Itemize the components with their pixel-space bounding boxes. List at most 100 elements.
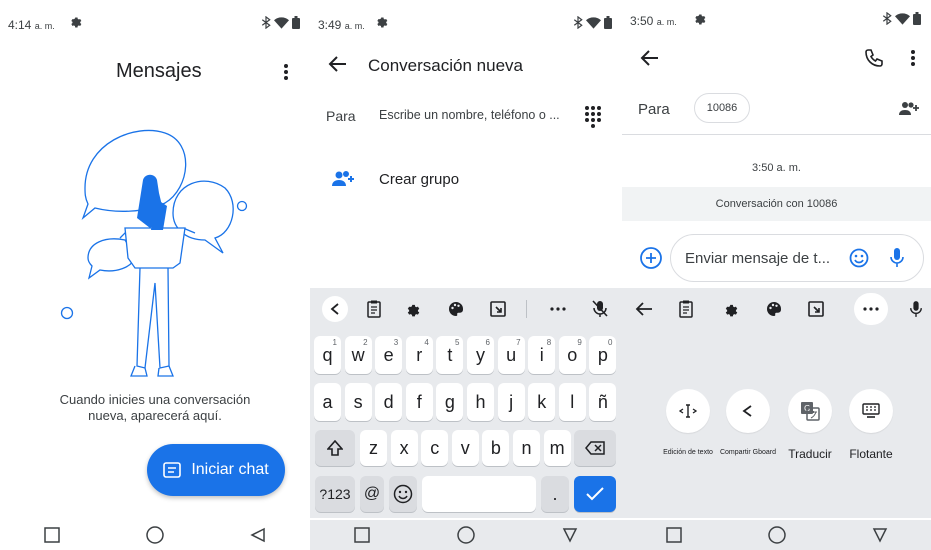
more-options-icon[interactable]: [908, 48, 918, 73]
share-gboard-button[interactable]: [726, 389, 770, 433]
floating-keyboard-icon: [862, 403, 880, 418]
emoji-key[interactable]: [389, 476, 417, 512]
add-attachment-icon[interactable]: [640, 247, 662, 274]
text-editing-button[interactable]: [666, 389, 710, 433]
home-icon[interactable]: [766, 524, 788, 546]
wifi-icon: [274, 16, 289, 29]
period-key[interactable]: .: [541, 476, 569, 512]
key-n[interactable]: n: [513, 430, 540, 466]
group-add-icon[interactable]: [332, 170, 356, 193]
translate-button[interactable]: G: [788, 389, 832, 433]
key-number-hint: 6: [485, 338, 490, 347]
clipboard-icon[interactable]: [674, 298, 698, 320]
key-letter: y: [476, 344, 485, 365]
recents-icon[interactable]: [351, 524, 373, 546]
add-people-icon[interactable]: [899, 101, 921, 122]
floating-mode-icon[interactable]: [804, 298, 828, 320]
floating-mode-icon[interactable]: [486, 298, 510, 320]
floating-keyboard-button[interactable]: [849, 389, 893, 433]
text-editing-label: Edición de texto: [663, 449, 713, 456]
key-x[interactable]: x: [390, 430, 418, 466]
recipient-input[interactable]: Escribe un nombre, teléfono o ...: [379, 108, 560, 122]
clipboard-icon[interactable]: [362, 298, 386, 320]
key-letter: p: [597, 344, 608, 365]
key-c[interactable]: c: [421, 430, 449, 466]
status-icons: [261, 16, 300, 29]
backspace-key[interactable]: [574, 430, 616, 466]
mic-off-icon[interactable]: [588, 298, 612, 320]
key-m[interactable]: m: [543, 430, 571, 466]
key-number-hint: 5: [454, 338, 460, 347]
collapse-toolbar-icon[interactable]: [322, 296, 348, 322]
recents-icon[interactable]: [663, 524, 685, 546]
enter-key[interactable]: [574, 476, 616, 512]
compose-placeholder: Enviar mensaje de t...: [685, 250, 831, 267]
hide-keyboard-icon[interactable]: [559, 524, 581, 546]
more-icon[interactable]: [546, 298, 570, 320]
key-letter: i: [539, 344, 544, 365]
create-group-option[interactable]: Crear grupo: [379, 171, 459, 188]
key-e[interactable]: 3e: [375, 336, 403, 374]
key-q[interactable]: 1q: [314, 336, 341, 374]
key-number-hint: 4: [424, 338, 429, 347]
mic-icon[interactable]: [904, 298, 928, 320]
bluetooth-icon: [261, 16, 271, 29]
key-h[interactable]: h: [467, 383, 494, 421]
back-arrow-icon[interactable]: [328, 54, 348, 79]
conversation-screen: 3:50 a. m. Para 10086 3:50 a. m. Convers…: [622, 0, 931, 550]
symbols-key[interactable]: ?123: [315, 476, 355, 512]
key-t[interactable]: 5t: [436, 336, 464, 374]
key-number-hint: 3: [393, 338, 399, 347]
key-letter: q: [322, 344, 333, 365]
key-y[interactable]: 6y: [467, 336, 494, 374]
chat-icon: [163, 462, 182, 478]
settings-gear-icon: [68, 14, 82, 31]
start-chat-label: Iniciar chat: [191, 461, 269, 478]
key-g[interactable]: g: [436, 383, 464, 421]
dialpad-icon[interactable]: [583, 104, 603, 133]
status-icons: [573, 16, 612, 29]
emoji-icon[interactable]: [849, 248, 869, 273]
at-key[interactable]: @: [360, 476, 384, 512]
back-nav-icon[interactable]: [247, 524, 269, 546]
voice-input-icon[interactable]: [889, 247, 905, 274]
settings-icon[interactable]: [400, 298, 424, 320]
key-r[interactable]: 4r: [405, 336, 433, 374]
key-s[interactable]: s: [344, 383, 372, 421]
home-icon[interactable]: [455, 524, 477, 546]
settings-icon[interactable]: [718, 298, 742, 320]
key-p[interactable]: 0p: [589, 336, 617, 374]
header-divider: [622, 134, 931, 135]
key-f[interactable]: f: [405, 383, 433, 421]
phone-call-icon[interactable]: [864, 48, 884, 73]
key-l[interactable]: l: [558, 383, 586, 421]
back-arrow-icon[interactable]: [640, 48, 660, 73]
theme-palette-icon[interactable]: [762, 298, 786, 320]
key-ñ[interactable]: ñ: [589, 383, 617, 421]
theme-palette-icon[interactable]: [444, 298, 468, 320]
message-compose-field[interactable]: Enviar mensaje de t...: [670, 234, 924, 282]
more-options-icon[interactable]: [278, 62, 294, 87]
home-icon[interactable]: [144, 524, 166, 546]
key-letter: o: [567, 344, 578, 365]
key-number-hint: 8: [546, 338, 552, 347]
key-d[interactable]: d: [375, 383, 403, 421]
key-z[interactable]: z: [360, 430, 387, 466]
key-j[interactable]: j: [497, 383, 525, 421]
recipient-chip[interactable]: 10086: [694, 93, 750, 123]
shift-key[interactable]: [315, 430, 355, 466]
key-w[interactable]: 2w: [344, 336, 372, 374]
recents-icon[interactable]: [41, 524, 63, 546]
hide-keyboard-icon[interactable]: [869, 524, 891, 546]
key-i[interactable]: 8i: [528, 336, 556, 374]
key-k[interactable]: k: [528, 383, 556, 421]
key-o[interactable]: 9o: [558, 336, 586, 374]
key-b[interactable]: b: [482, 430, 510, 466]
start-chat-button[interactable]: Iniciar chat: [147, 444, 285, 496]
more-icon[interactable]: [854, 293, 888, 325]
space-key[interactable]: [422, 476, 536, 512]
back-arrow-icon[interactable]: [632, 298, 656, 320]
key-u[interactable]: 7u: [497, 336, 525, 374]
key-a[interactable]: a: [314, 383, 341, 421]
key-v[interactable]: v: [451, 430, 479, 466]
